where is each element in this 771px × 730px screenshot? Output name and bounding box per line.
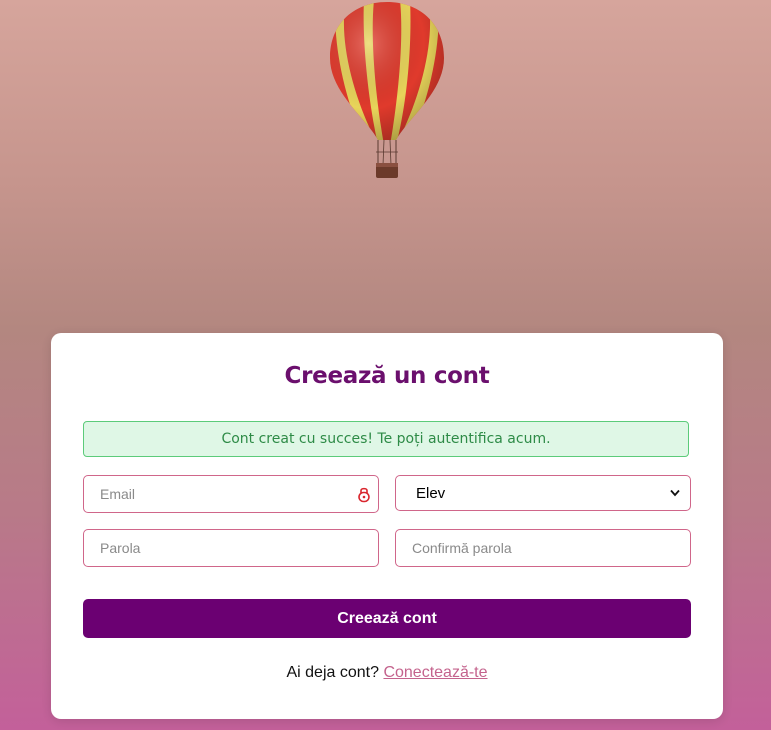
create-account-button[interactable]: Creează cont [83, 599, 691, 638]
password-field [83, 529, 379, 567]
hot-air-balloon-illustration [330, 2, 444, 178]
confirm-password-field [395, 529, 691, 567]
success-alert: Cont creat cu succes! Te poți autentific… [83, 421, 689, 457]
role-select-value: Elev [416, 484, 446, 502]
login-link[interactable]: Conectează-te [383, 664, 487, 681]
email-field [83, 475, 379, 513]
page-title: Creează un cont [284, 363, 490, 389]
password-input[interactable] [84, 530, 378, 566]
login-prompt-text: Ai deja cont? [286, 664, 379, 681]
role-select[interactable]: Elev [395, 475, 691, 511]
signup-card: Creează un cont Cont creat cu succes! Te… [51, 333, 723, 719]
login-prompt: Ai deja cont? Conectează-te [51, 664, 723, 682]
confirm-password-input[interactable] [396, 530, 690, 566]
lock-icon[interactable] [358, 485, 370, 503]
email-input[interactable] [84, 476, 378, 512]
chevron-down-icon [670, 489, 680, 497]
